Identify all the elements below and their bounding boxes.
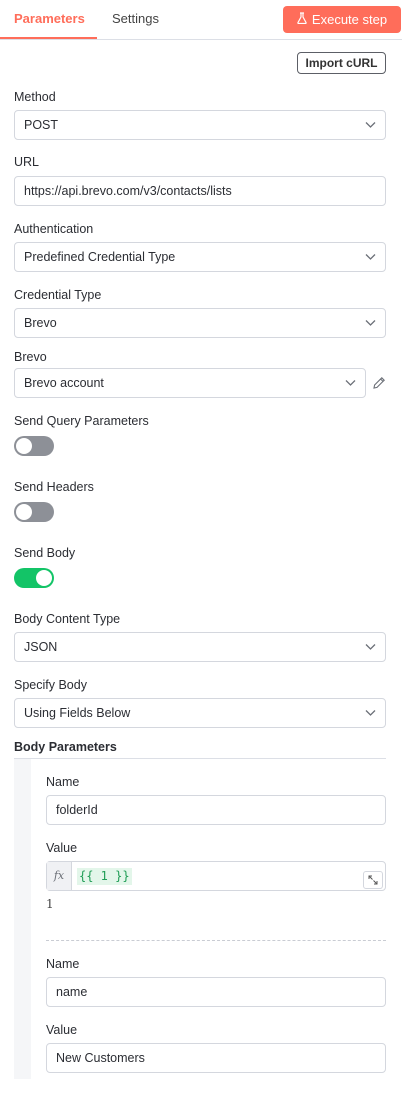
- import-curl-button[interactable]: Import cURL: [297, 52, 386, 74]
- open-expression-editor-icon[interactable]: [363, 871, 383, 889]
- authentication-value: Predefined Credential Type: [24, 250, 176, 264]
- specify-body-select[interactable]: Using Fields Below: [14, 698, 386, 728]
- param-name-label: Name: [46, 775, 80, 789]
- credential-type-label: Credential Type: [14, 288, 102, 302]
- authentication-select[interactable]: Predefined Credential Type: [14, 242, 386, 272]
- body-content-type-select[interactable]: JSON: [14, 632, 386, 662]
- execute-step-label: Execute step: [311, 12, 388, 27]
- chevron-down-icon: [365, 710, 376, 716]
- param-name-input[interactable]: name: [46, 977, 386, 1007]
- send-query-parameters-toggle[interactable]: [14, 436, 54, 456]
- edit-pencil-icon[interactable]: [372, 376, 386, 390]
- toggle-knob: [16, 438, 32, 454]
- param-value-label: Value: [46, 841, 78, 855]
- body-content-type-label: Body Content Type: [14, 612, 121, 626]
- specify-body-value: Using Fields Below: [24, 706, 131, 720]
- body-parameters-title: Body Parameters: [14, 740, 117, 754]
- param-name-value: name: [56, 985, 88, 999]
- send-body-label: Send Body: [14, 546, 76, 560]
- param-name-input[interactable]: folderId: [46, 795, 386, 825]
- specify-body-label: Specify Body: [14, 678, 87, 692]
- param-value-label: Value: [46, 1023, 78, 1037]
- credential-type-select[interactable]: Brevo: [14, 308, 386, 338]
- divider: [14, 758, 386, 759]
- send-body-toggle[interactable]: [14, 568, 54, 588]
- authentication-label: Authentication: [14, 222, 94, 236]
- credential-type-value: Brevo: [24, 316, 57, 330]
- send-headers-toggle[interactable]: [14, 502, 54, 522]
- method-label: Method: [14, 90, 56, 104]
- chevron-down-icon: [365, 320, 376, 326]
- tab-settings[interactable]: Settings: [112, 0, 159, 39]
- url-label: URL: [14, 155, 40, 169]
- tab-parameters[interactable]: Parameters: [0, 0, 97, 39]
- param-name-value: folderId: [56, 803, 98, 817]
- chevron-down-icon: [365, 254, 376, 260]
- url-value: https://api.brevo.com/v3/contacts/lists: [24, 184, 232, 198]
- param-value-expression-input[interactable]: fx {{ 1 }}: [46, 861, 386, 891]
- brevo-credential-value: Brevo account: [24, 376, 104, 390]
- execute-step-button[interactable]: Execute step: [283, 6, 401, 33]
- brevo-label: Brevo: [14, 350, 47, 364]
- param-value-text: New Customers: [56, 1051, 145, 1065]
- param-name-label: Name: [46, 957, 80, 971]
- expression-result: 1: [46, 897, 54, 911]
- chevron-down-icon: [345, 380, 356, 386]
- chevron-down-icon: [365, 644, 376, 650]
- method-value: POST: [24, 118, 59, 132]
- tab-bar: Parameters Settings Execute step: [0, 0, 402, 40]
- flask-icon: [297, 7, 307, 34]
- url-input[interactable]: https://api.brevo.com/v3/contacts/lists: [14, 176, 386, 206]
- parameter-drag-rail: [14, 759, 31, 1079]
- chevron-down-icon: [365, 122, 376, 128]
- toggle-knob: [16, 504, 32, 520]
- toggle-knob: [36, 570, 52, 586]
- expression-code: {{ 1 }}: [77, 868, 132, 885]
- body-content-type-value: JSON: [24, 640, 58, 654]
- fx-icon: fx: [47, 862, 72, 890]
- param-value-input[interactable]: New Customers: [46, 1043, 386, 1073]
- method-select[interactable]: POST: [14, 110, 386, 140]
- parameter-separator: [46, 940, 386, 941]
- brevo-credential-select[interactable]: Brevo account: [14, 368, 366, 398]
- send-query-parameters-label: Send Query Parameters: [14, 414, 149, 428]
- send-headers-label: Send Headers: [14, 480, 94, 494]
